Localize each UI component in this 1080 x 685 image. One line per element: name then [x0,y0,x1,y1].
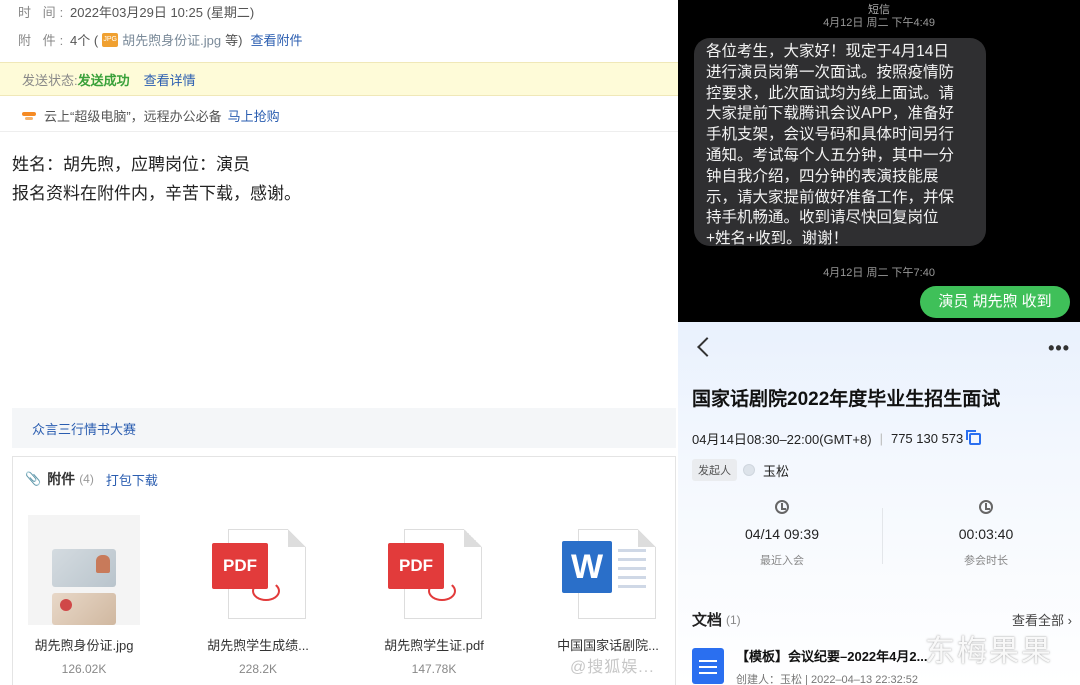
message-line: 通知。考试每个人五分钟，其中一分 [706,146,955,164]
back-arrow-icon[interactable] [697,337,717,357]
meeting-title: 国家话剧院2022年度毕业生招生面试 [692,389,1001,410]
message-line: 示，请大家提前做好准备工作，并保 [706,188,955,206]
host-name: 玉松 [763,463,790,479]
body-line: 姓名：胡先煦，应聘岗位：演员 [12,155,250,174]
pdf-icon: PDF [359,515,509,625]
divider: | [879,431,883,446]
time-value: 2022年03月29日 10:25 (星期二) [70,5,255,20]
doc-meta: 创建人：玉松 | 2022–04–13 22:32:52 [736,674,919,685]
attachments-count: (4) [79,472,94,486]
incoming-message-bubble[interactable]: 各位考生，大家好！现定于4月14日 进行演员岗第一次面试。按照疫情防 控要求，此… [694,38,986,247]
more-options-icon[interactable]: ••• [1048,338,1070,359]
view-attachments-link[interactable]: 查看附件 [250,30,302,49]
document-icon [692,648,724,684]
send-status-bar: 发送状态: 发送成功 查看详情 [0,62,678,96]
attach-count: 4个 ( [70,33,99,48]
email-panel: 时 间: 2022年03月29日 10:25 (星期二) 附 件: 4个 ( J… [0,0,678,685]
word-icon: W [533,515,678,625]
docs-count: (1) [726,612,741,627]
signature-bar: 众言三行情书大赛 [12,408,676,448]
message-line: 大家提前下载腾讯会议APP，准备好 [706,105,955,123]
attachment-name: 胡先煦身份证.jpg [34,638,134,653]
view-details-link[interactable]: 查看详情 [144,70,196,89]
download-all-link[interactable]: 打包下载 [106,470,158,489]
attachment-item[interactable]: PDF 胡先煦学生成绩... 228.2K [183,515,333,676]
signature-link[interactable]: 众言三行情书大赛 [32,419,136,438]
email-time-row: 时 间: 2022年03月29日 10:25 (星期二) [18,2,254,21]
message-line: +姓名+收到。谢谢！ [706,230,849,248]
attachment-item[interactable]: 胡先煦身份证.jpg 126.02K [9,515,159,676]
stat-label: 参会时长 [964,555,1008,567]
clock-icon [979,500,993,514]
attachment-name: 胡先煦学生证.pdf [384,638,484,653]
attachments-section: 📎 附件 (4) 打包下载 胡先煦身份证.jpg 126.02K PDF 胡先煦… [12,456,676,685]
attachment-item[interactable]: W 中国国家话剧院... [533,515,678,662]
meeting-host-row: 发起人 玉松 [692,459,789,481]
send-status-label: 发送状态: [22,72,78,88]
email-body: 姓名：胡先煦，应聘岗位：演员 报名资料在附件内，辛苦下载，感谢。 [12,150,301,208]
watermark: 东梅果果 [925,635,1053,668]
sms-timestamp: 4月12日 周二 下午7:40 [823,267,935,279]
history-icon [775,500,789,514]
stat-value: 04/14 09:39 [745,526,819,542]
ad-text: 云上“超级电脑”，远程办公必备 [44,109,222,124]
sms-timestamp: 4月12日 周二 下午4:49 [823,17,935,29]
message-line: 控要求，此次面试均为线上面试。请 [706,84,955,102]
stat-last-joined: 04/14 09:39 最近入会 [682,500,882,568]
message-line: 手机支架，会议号码和具体时间另行 [706,126,955,144]
meeting-id: 775 130 573 [890,431,964,446]
body-line: 报名资料在附件内，辛苦下载，感谢。 [12,184,301,203]
attachment-size: 147.78K [411,662,457,676]
attachments-title: 附件 [47,471,76,487]
avatar [743,464,755,476]
message-line: 钟自我介绍，四分钟的表演技能展 [706,167,939,185]
attachment-size: 228.2K [238,662,278,676]
pdf-icon: PDF [183,515,333,625]
docs-title: 文档 [692,612,723,629]
stat-value: 00:03:40 [958,526,1014,542]
attach-suffix: 等) [225,33,243,48]
attach-label: 附 件: [18,33,68,48]
attach-first-name[interactable]: 胡先煦身份证.jpg [122,30,221,49]
paperclip-icon: 📎 [25,471,42,486]
id-card-thumbnail [9,515,159,625]
outgoing-message-bubble[interactable]: 演员 胡先煦 收到 [920,286,1070,318]
attachment-name: 中国国家话剧院... [557,638,659,653]
attachment-item[interactable]: PDF 胡先煦学生证.pdf 147.78K [359,515,509,676]
attachments-header: 📎 附件 (4) 打包下载 [25,469,158,489]
message-line: 进行演员岗第一次面试。按照疫情防 [706,63,955,81]
host-tag: 发起人 [692,459,737,481]
send-status-value: 发送成功 [77,72,130,88]
attachment-size: 126.02K [61,662,107,676]
ad-bar: 云上“超级电脑”，远程办公必备 马上抢购 [0,100,678,132]
copy-icon[interactable] [966,429,982,445]
ad-buy-link[interactable]: 马上抢购 [228,106,280,125]
stat-duration: 00:03:40 参会时长 [886,500,1080,568]
doc-title: 【模板】会议纪要–2022年4月2... [736,649,928,664]
message-line: 持手机畅通。收到请尽快回复岗位 [706,209,939,227]
meeting-time-row: 04月14日08:30–22:00(GMT+8) | 775 130 573 [692,429,982,448]
time-label: 时 间: [18,5,68,20]
message-line: 各位考生，大家好！现定于4月14日 [706,43,949,60]
weibo-watermark: @搜狐娱... [570,659,655,676]
attachment-name: 胡先煦学生成绩... [207,638,309,653]
cloud-ad-icon [22,111,36,121]
stat-divider [882,508,883,564]
sms-panel: 短信 4月12日 周二 下午4:49 各位考生，大家好！现定于4月14日 进行演… [678,0,1080,322]
jpg-file-icon: JPG [102,32,119,47]
meeting-time: 04月14日08:30–22:00(GMT+8) [692,432,872,447]
stat-label: 最近入会 [760,555,804,567]
email-attach-row: 附 件: 4个 ( JPG 胡先煦身份证.jpg 等) 查看附件 [18,30,303,49]
